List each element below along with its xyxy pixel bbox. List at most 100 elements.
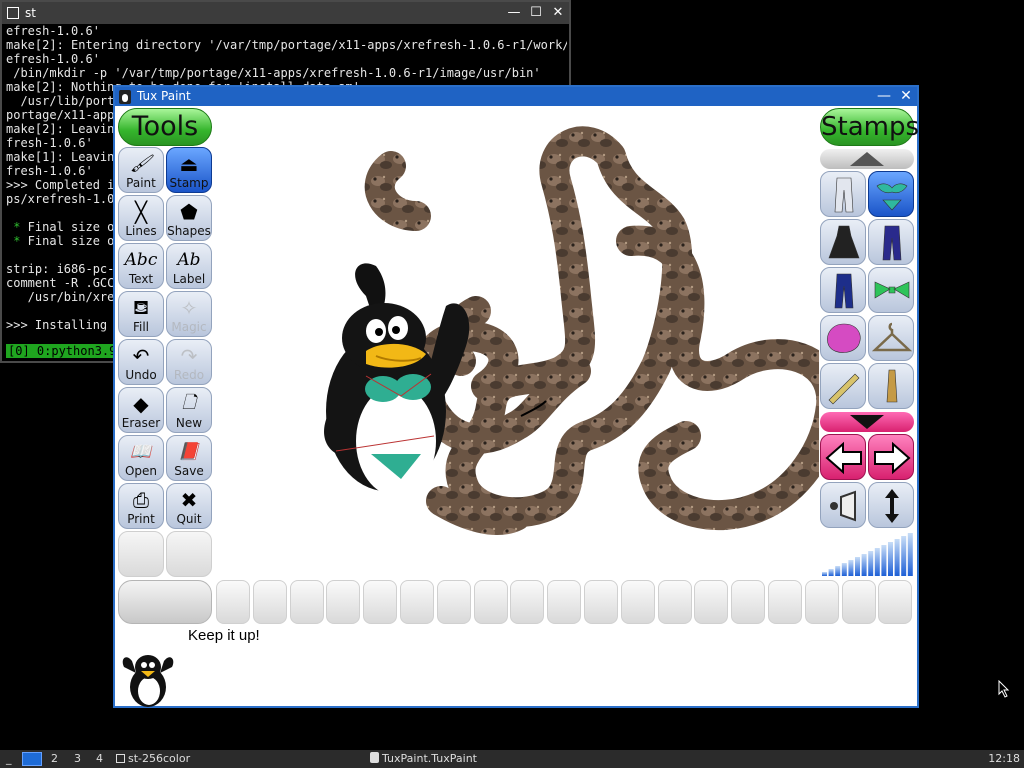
stamp-jeans-purple-button[interactable] xyxy=(868,219,914,265)
text-icon: Abc xyxy=(124,250,158,270)
fill-bucket-icon: ⛾ xyxy=(132,294,150,319)
tool-redo-button[interactable]: ↷ Redo xyxy=(166,339,212,385)
stamp-dress-black-button[interactable] xyxy=(820,219,866,265)
color-swatch[interactable] xyxy=(657,580,692,624)
shapes-icon: ⬟ xyxy=(180,200,198,224)
color-swatch[interactable] xyxy=(731,580,766,624)
close-icon[interactable]: ✕ xyxy=(547,3,569,23)
terminal-bullet: * xyxy=(6,234,21,248)
tool-new-button[interactable]: 🗋 New xyxy=(166,387,212,433)
triangle-down-icon xyxy=(850,415,884,429)
tool-label: Quit xyxy=(176,512,202,526)
drawing-canvas[interactable] xyxy=(216,106,819,576)
color-swatch[interactable] xyxy=(547,580,582,624)
color-swatch[interactable] xyxy=(804,580,839,624)
tool-lines-button[interactable]: ╳ Lines xyxy=(118,195,164,241)
tool-label: Open xyxy=(124,464,158,478)
stamp-flip-button[interactable] xyxy=(868,482,914,528)
tool-label: Save xyxy=(174,464,204,478)
tool-fill-button[interactable]: ⛾ Fill xyxy=(118,291,164,337)
color-swatch[interactable] xyxy=(694,580,729,624)
tool-eraser-button[interactable]: ◆ Eraser xyxy=(118,387,164,433)
color-swatch[interactable] xyxy=(436,580,471,624)
workspace-1-current[interactable] xyxy=(22,752,42,766)
color-swatch[interactable] xyxy=(768,580,802,624)
workspace-2[interactable]: 2 xyxy=(51,750,58,768)
stamp-jeans-blue-button[interactable] xyxy=(820,267,866,313)
terminal-titlebar[interactable]: st — ☐ ✕ xyxy=(2,2,569,24)
current-color-swatch xyxy=(118,580,212,624)
stamp-bowtie-green-button[interactable] xyxy=(868,267,914,313)
color-swatch[interactable] xyxy=(363,580,398,624)
tmux-status-bar: [0] 0:python3.9 xyxy=(6,344,119,358)
stamp-scroll-up-button[interactable] xyxy=(820,149,914,169)
stamp-mirror-button[interactable] xyxy=(820,482,866,528)
new-page-icon: 🗋 xyxy=(182,392,196,413)
tool-label: Eraser xyxy=(121,416,161,430)
undo-icon: ↶ xyxy=(132,344,150,368)
tuxpaint-window[interactable]: Tux Paint — ✕ Tools Stamps Keep it up! 🖌… xyxy=(113,85,919,708)
tool-label: Undo xyxy=(125,368,157,382)
stamp-button-pink-button[interactable] xyxy=(820,315,866,361)
stamp-jeans-blue-icon xyxy=(834,273,854,309)
stamp-bikini-green-icon xyxy=(876,183,908,211)
size-bar xyxy=(874,548,880,576)
tool-stamp-button[interactable]: ⏏ Stamp xyxy=(166,147,212,193)
color-swatch[interactable] xyxy=(878,580,913,624)
tool-paint-button[interactable]: 🖌 Paint xyxy=(118,147,164,193)
tool-print-button[interactable]: ⎙ Print xyxy=(118,483,164,529)
lines-icon: ╳ xyxy=(134,200,148,224)
tool-label: New xyxy=(175,416,203,430)
previous-stamp-button[interactable] xyxy=(820,434,866,480)
tool-text-button[interactable]: Abc Text xyxy=(118,243,164,289)
stamp-size-slider[interactable] xyxy=(820,530,914,576)
color-swatch[interactable] xyxy=(510,580,545,624)
color-swatch[interactable] xyxy=(584,580,618,624)
taskbar-menu-button[interactable]: _ xyxy=(6,750,12,768)
stamp-bikini-green-button[interactable] xyxy=(868,171,914,217)
color-swatch[interactable] xyxy=(289,580,324,624)
maximize-icon[interactable]: ☐ xyxy=(525,3,547,23)
terminal-line: efresh-1.0.6' xyxy=(6,24,100,38)
stamp-clothespin-wood-button[interactable] xyxy=(868,363,914,409)
tuxpaint-titlebar[interactable]: Tux Paint — ✕ xyxy=(115,87,917,106)
close-icon[interactable]: ✕ xyxy=(895,87,917,106)
next-stamp-button[interactable] xyxy=(868,434,914,480)
color-swatch[interactable] xyxy=(620,580,655,624)
size-bar xyxy=(881,545,887,576)
tool-quit-button[interactable]: ✖ Quit xyxy=(166,483,212,529)
size-bars-icon xyxy=(822,533,913,576)
task-st[interactable]: st-256color xyxy=(116,750,190,768)
stamp-dress-black-icon xyxy=(828,225,860,259)
color-swatch[interactable] xyxy=(473,580,508,624)
workspace-4[interactable]: 4 xyxy=(96,750,103,768)
stamp-hanger-button[interactable] xyxy=(868,315,914,361)
tool-label-button[interactable]: Ab Label xyxy=(166,243,212,289)
size-bar xyxy=(841,563,847,576)
save-book-icon: 📕 xyxy=(178,442,200,462)
terminal-line: /bin/mkdir -p '/var/tmp/portage/x11-apps… xyxy=(6,66,541,80)
task-tuxpaint[interactable]: TuxPaint.TuxPaint xyxy=(370,750,477,768)
color-swatch[interactable] xyxy=(841,580,876,624)
stamp-pants-white-button[interactable] xyxy=(820,171,866,217)
tool-open-button[interactable]: 📖 Open xyxy=(118,435,164,481)
color-swatch[interactable] xyxy=(252,580,287,624)
tool-undo-button[interactable]: ↶ Undo xyxy=(118,339,164,385)
tuxpaint-title: Tux Paint xyxy=(137,89,191,103)
tool-shapes-button[interactable]: ⬟ Shapes xyxy=(166,195,212,241)
minimize-icon[interactable]: — xyxy=(503,3,525,23)
minimize-icon[interactable]: — xyxy=(873,87,895,106)
stamp-clothespin-yellow-button[interactable] xyxy=(820,363,866,409)
color-swatch[interactable] xyxy=(216,580,250,624)
tux-app-icon xyxy=(119,89,131,104)
workspace-3[interactable]: 3 xyxy=(74,750,81,768)
stamp-scroll-down-button[interactable] xyxy=(820,412,914,432)
tool-magic-button[interactable]: ✧ Magic xyxy=(166,291,212,337)
tool-save-button[interactable]: 📕 Save xyxy=(166,435,212,481)
stamp-icon: ⏏ xyxy=(179,152,199,176)
printer-icon: ⎙ xyxy=(133,488,149,512)
color-swatch[interactable] xyxy=(400,580,434,624)
color-swatch[interactable] xyxy=(326,580,361,624)
tool-label: Magic xyxy=(171,320,207,334)
stamp-clothespin-yellow-icon xyxy=(828,373,860,405)
